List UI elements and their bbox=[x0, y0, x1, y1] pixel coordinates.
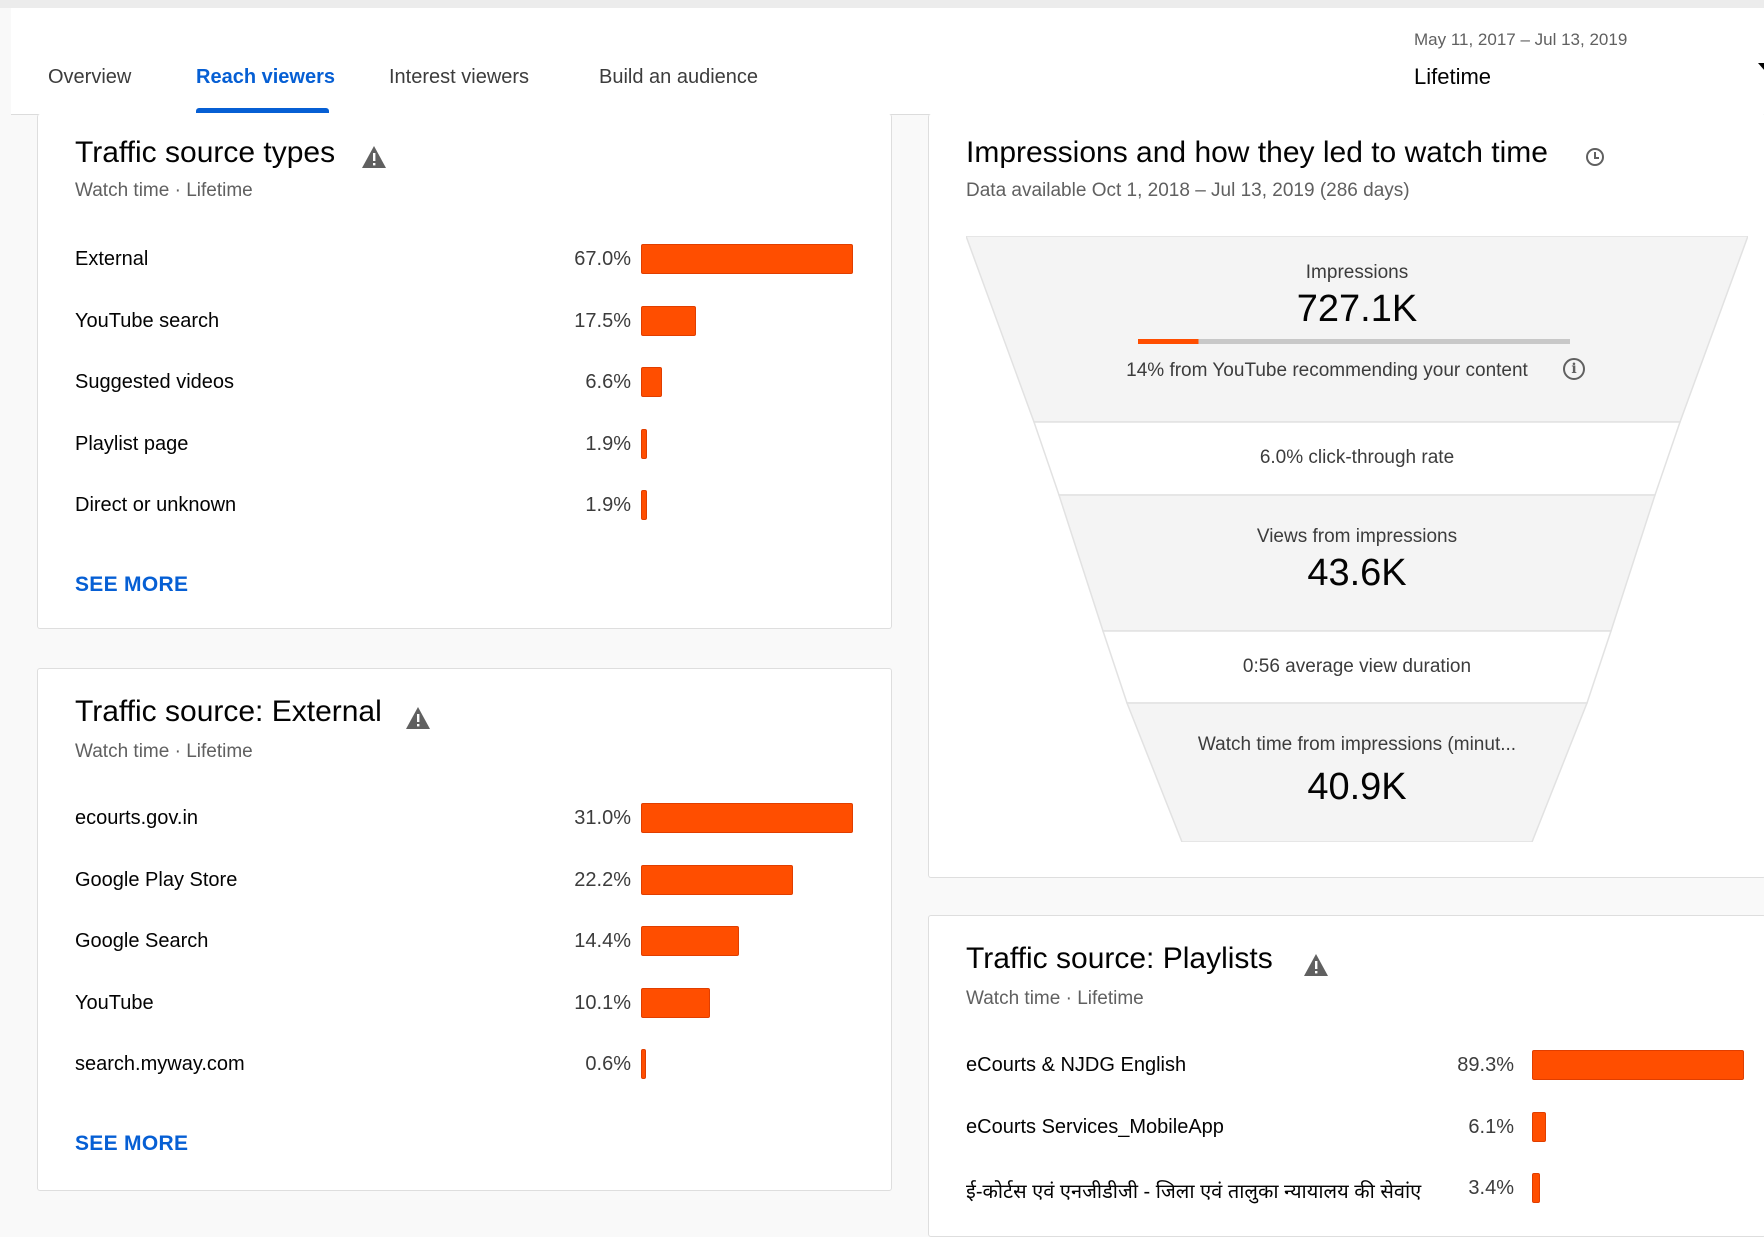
active-tab-indicator bbox=[196, 108, 329, 113]
bar-row-percent: 67.0% bbox=[574, 248, 631, 270]
bar-row[interactable]: ecourts.gov.in 31.0% bbox=[38, 799, 891, 839]
bar-row[interactable]: Direct or unknown 1.9% bbox=[38, 486, 891, 526]
impressions-funnel: Impressions 727.1K 14% from YouTube reco… bbox=[966, 236, 1748, 842]
bar-row-label: Playlist page bbox=[75, 432, 189, 455]
views-value: 43.6K bbox=[1307, 552, 1407, 594]
bar-row-label: External bbox=[75, 248, 149, 270]
traffic-source-types-card: Traffic source types Watch time · Lifeti… bbox=[37, 114, 892, 629]
bar-row-label: YouTube bbox=[75, 991, 154, 1014]
bar-row-bar bbox=[1532, 1050, 1744, 1080]
recommend-bar-track bbox=[1138, 339, 1570, 344]
warning-icon[interactable] bbox=[361, 145, 387, 169]
watch-time-value: 40.9K bbox=[1307, 766, 1407, 808]
bar-row-percent: 14.4% bbox=[574, 930, 631, 952]
bar-row-bar bbox=[641, 367, 662, 397]
bar-row-label: search.myway.com bbox=[75, 1053, 245, 1075]
bar-row-bar bbox=[641, 244, 853, 274]
bar-row[interactable]: ई-कोर्टस एवं एनजीडीजी - जिला एवं तालुका … bbox=[929, 1169, 1764, 1209]
bar-row-bar bbox=[641, 1049, 646, 1079]
traffic-source-playlists-card: Traffic source: Playlists Watch time · L… bbox=[928, 915, 1764, 1237]
bar-row-percent: 3.4% bbox=[1468, 1177, 1514, 1199]
bar-row-percent: 17.5% bbox=[574, 309, 631, 332]
card-title: Traffic source types bbox=[75, 136, 336, 169]
bar-row-label: Google Play Store bbox=[75, 868, 238, 891]
info-icon[interactable]: i bbox=[1563, 358, 1585, 380]
bar-row-percent: 0.6% bbox=[585, 1053, 631, 1075]
recommend-bar-fill bbox=[1138, 339, 1199, 344]
see-more-link[interactable]: SEE MORE bbox=[75, 573, 188, 597]
dropdown-arrow-icon[interactable] bbox=[1758, 63, 1764, 71]
bar-row[interactable]: Playlist page 1.9% bbox=[38, 425, 891, 465]
bar-row-label: YouTube search bbox=[75, 309, 220, 332]
bar-row-percent: 10.1% bbox=[574, 991, 631, 1014]
bar-row-bar bbox=[1532, 1173, 1541, 1203]
watch-time-label: Watch time from impressions (minut... bbox=[1197, 734, 1517, 755]
bar-row-percent: 22.2% bbox=[574, 868, 631, 891]
bar-row-percent: 89.3% bbox=[1457, 1054, 1514, 1076]
bar-row-label: eCourts & NJDG English bbox=[966, 1054, 1187, 1076]
bar-row[interactable]: YouTube search 17.5% bbox=[38, 302, 891, 342]
top-strip bbox=[0, 0, 1764, 8]
bar-row-label: ई-कोर्टस एवं एनजीडीजी - जिला एवं तालुका … bbox=[966, 1181, 1422, 1203]
bar-row-bar bbox=[641, 305, 697, 336]
see-more-link[interactable]: SEE MORE bbox=[75, 1132, 188, 1156]
bar-row-bar bbox=[641, 926, 740, 956]
bar-row-percent: 31.0% bbox=[574, 807, 631, 829]
tab-interest-viewers[interactable]: Interest viewers bbox=[389, 66, 529, 89]
tab-reach-viewers[interactable]: Reach viewers bbox=[196, 66, 335, 89]
tabs-header: Overview Reach viewers Interest viewers … bbox=[11, 8, 1764, 115]
bar-row-bar bbox=[641, 490, 647, 520]
date-range-text: May 11, 2017 – Jul 13, 2019 bbox=[1414, 30, 1628, 49]
bar-row[interactable]: Google Play Store 22.2% bbox=[38, 861, 891, 901]
bar-row-bar bbox=[1532, 1111, 1547, 1142]
bar-row[interactable]: YouTube 10.1% bbox=[38, 984, 891, 1024]
card-title: Traffic source: External bbox=[75, 695, 382, 728]
card-title: Impressions and how they led to watch ti… bbox=[966, 136, 1548, 169]
bar-row-label: eCourts Services_MobileApp bbox=[966, 1115, 1224, 1138]
impressions-value: 727.1K bbox=[1296, 288, 1418, 330]
bar-row[interactable]: eCourts & NJDG English 89.3% bbox=[929, 1046, 1764, 1086]
ctr-text: 6.0% click-through rate bbox=[1259, 447, 1455, 468]
tab-overview[interactable]: Overview bbox=[48, 66, 131, 89]
period-selector[interactable]: Lifetime bbox=[1414, 64, 1491, 90]
bar-row-bar bbox=[641, 864, 793, 895]
impressions-funnel-card: Impressions and how they led to watch ti… bbox=[928, 114, 1764, 878]
bar-row-label: Suggested videos bbox=[75, 371, 235, 393]
bar-row-percent: 6.1% bbox=[1468, 1115, 1514, 1138]
bar-row-bar bbox=[641, 987, 711, 1018]
bar-row[interactable]: Suggested videos 6.6% bbox=[38, 363, 891, 403]
bar-row[interactable]: Google Search 14.4% bbox=[38, 922, 891, 962]
traffic-source-external-card: Traffic source: External Watch time · Li… bbox=[37, 668, 892, 1191]
bar-row-label: Direct or unknown bbox=[75, 494, 237, 516]
bar-row[interactable]: External 67.0% bbox=[38, 240, 891, 280]
bar-row-bar bbox=[641, 428, 647, 459]
bar-row-percent: 6.6% bbox=[585, 371, 631, 393]
card-title: Traffic source: Playlists bbox=[966, 942, 1273, 975]
impressions-label: Impressions bbox=[1305, 262, 1409, 283]
bar-row-percent: 1.9% bbox=[585, 494, 631, 516]
card-subtitle: Watch time · Lifetime bbox=[75, 741, 253, 762]
clock-icon[interactable] bbox=[1586, 148, 1604, 166]
card-subtitle: Watch time · Lifetime bbox=[966, 988, 1144, 1009]
bar-row[interactable]: eCourts Services_MobileApp 6.1% bbox=[929, 1108, 1764, 1148]
bar-row[interactable]: search.myway.com 0.6% bbox=[38, 1045, 891, 1085]
recommend-text: 14% from YouTube recommending your conte… bbox=[1126, 360, 1528, 381]
warning-icon[interactable] bbox=[405, 706, 431, 730]
bar-row-label: Google Search bbox=[75, 930, 209, 952]
warning-icon[interactable] bbox=[1303, 953, 1329, 977]
card-subtitle: Data available Oct 1, 2018 – Jul 13, 201… bbox=[966, 180, 1410, 201]
views-label: Views from impressions bbox=[1256, 526, 1458, 547]
bar-row-percent: 1.9% bbox=[585, 432, 631, 455]
bar-row-bar bbox=[641, 803, 853, 833]
tab-build-an-audience[interactable]: Build an audience bbox=[599, 66, 758, 89]
bar-row-label: ecourts.gov.in bbox=[75, 807, 199, 829]
card-subtitle: Watch time · Lifetime bbox=[75, 180, 253, 201]
avg-duration-text: 0:56 average view duration bbox=[1242, 656, 1472, 677]
